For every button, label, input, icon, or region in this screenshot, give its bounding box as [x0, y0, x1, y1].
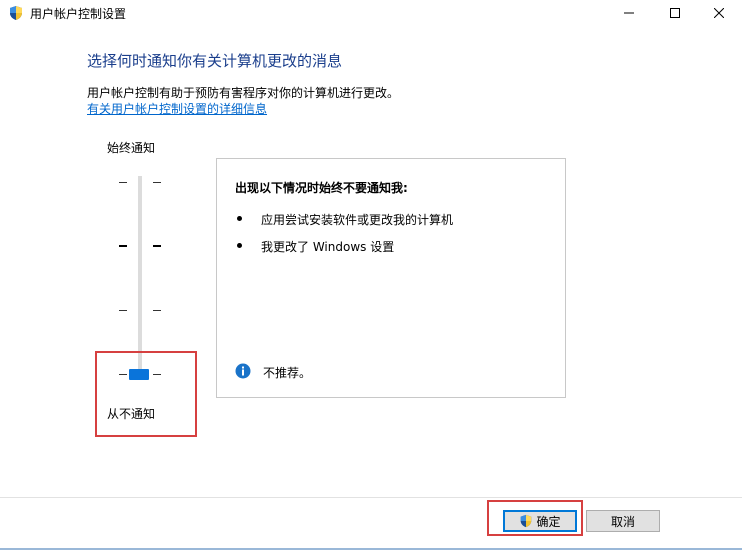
bullet-dot — [237, 216, 242, 221]
close-icon — [714, 8, 724, 18]
minimize-button[interactable] — [606, 0, 652, 26]
panel-title: 出现以下情况时始终不要通知我: — [235, 181, 408, 195]
title-bar: 用户帐户控制设置 — [0, 0, 742, 26]
info-icon — [235, 363, 251, 379]
description-text: 用户帐户控制有助于预防有害程序对你的计算机进行更改。 — [87, 86, 400, 100]
slider-tick — [119, 182, 127, 183]
description-panel: 出现以下情况时始终不要通知我: 应用尝试安装软件或更改我的计算机 我更改了 Wi… — [216, 158, 566, 398]
slider-tick — [119, 374, 127, 375]
slider-top-label: 始终通知 — [107, 141, 156, 155]
slider-thumb[interactable] — [129, 369, 149, 380]
slider-tick — [119, 310, 127, 311]
cancel-button[interactable]: 取消 — [586, 510, 660, 532]
minimize-icon — [624, 12, 634, 14]
cancel-button-label: 取消 — [610, 514, 635, 529]
uac-shield-icon — [10, 6, 22, 20]
maximize-button[interactable] — [652, 0, 698, 26]
list-item-text: 我更改了 Windows 设置 — [261, 240, 395, 254]
bullet-dot — [237, 243, 242, 248]
help-link[interactable]: 有关用户帐户控制设置的详细信息 — [87, 100, 267, 117]
close-button[interactable] — [696, 0, 742, 26]
slider-track[interactable] — [138, 176, 142, 376]
footer-divider — [0, 497, 742, 498]
info-text: 不推荐。 — [263, 366, 312, 380]
slider-tick — [119, 245, 127, 247]
uac-shield-icon — [521, 514, 532, 528]
slider-tick — [153, 374, 161, 375]
page-title: 选择何时通知你有关计算机更改的消息 — [87, 52, 343, 70]
slider-tick — [153, 245, 161, 247]
slider-highlight-box — [95, 351, 197, 437]
slider-tick — [153, 310, 161, 311]
ok-button[interactable]: 确定 — [503, 510, 577, 532]
slider-tick — [153, 182, 161, 183]
maximize-icon — [670, 8, 680, 18]
ok-button-label: 确定 — [536, 514, 561, 529]
slider-bottom-label: 从不通知 — [107, 407, 156, 421]
list-item-text: 应用尝试安装软件或更改我的计算机 — [261, 213, 454, 227]
window-title: 用户帐户控制设置 — [30, 7, 127, 21]
